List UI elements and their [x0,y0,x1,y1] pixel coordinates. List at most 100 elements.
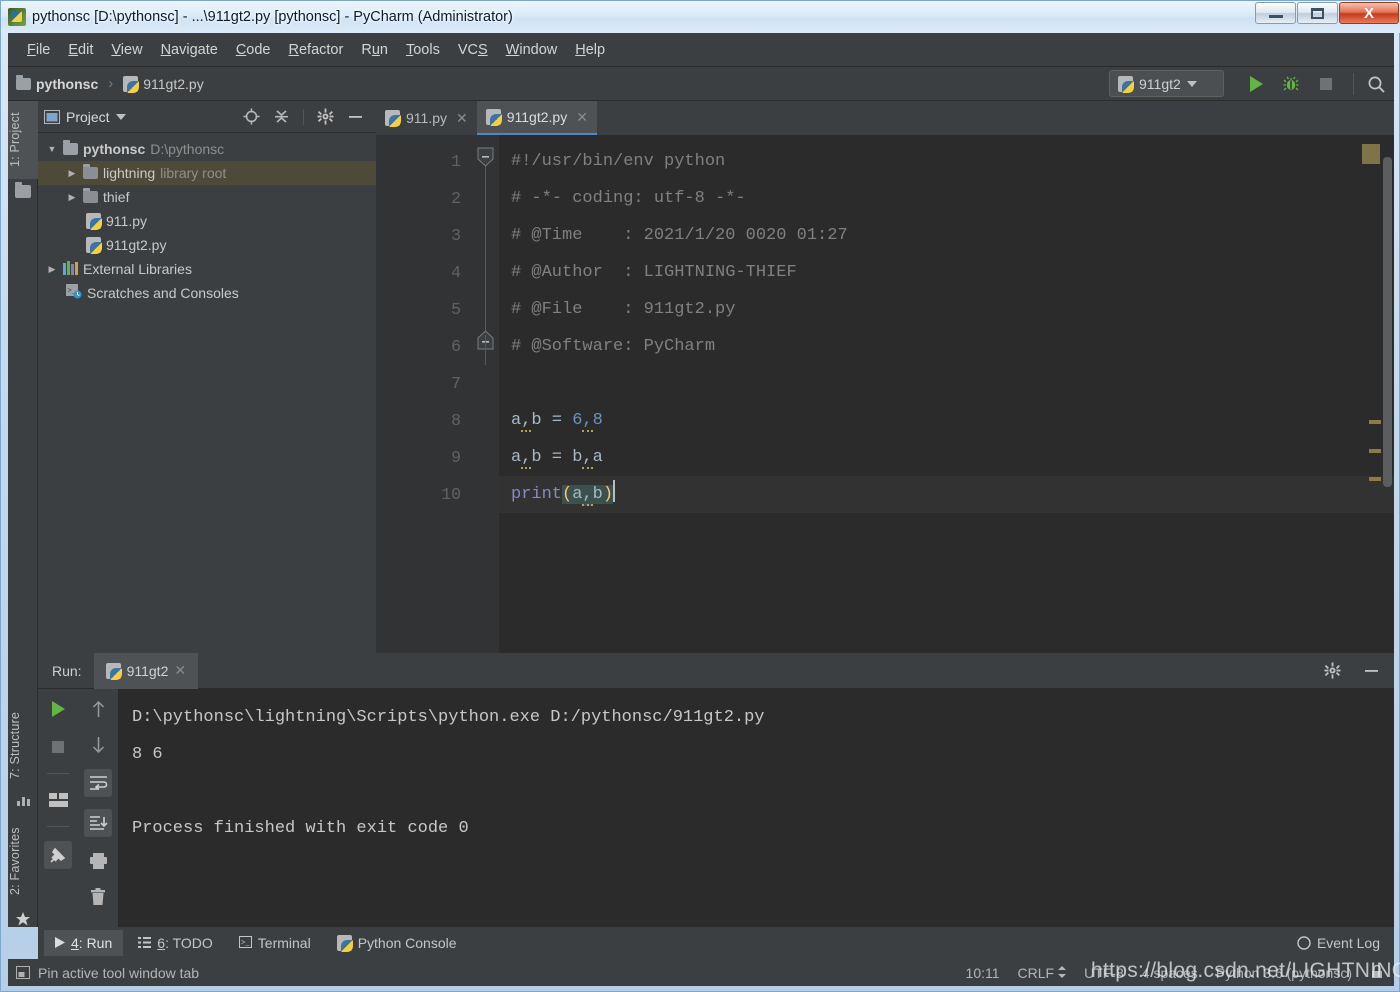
breadcrumb-file[interactable]: 911gt2.py [143,76,203,92]
python-interpreter[interactable]: Python 3.6 (pythonsc) [1216,965,1352,981]
menu-edit[interactable]: Edit [59,39,102,61]
run-tab-label: 911gt2 [126,662,169,679]
rerun-icon[interactable] [46,697,70,721]
menu-run[interactable]: Run [352,39,397,61]
console-line: Process finished with exit code 0 [132,819,469,838]
menu-help[interactable]: Help [566,39,614,61]
code-line: # @Author : LIGHTNING-THIEF [511,263,797,282]
minimize-button[interactable] [1255,2,1296,24]
pin-window-icon[interactable] [16,965,31,980]
project-tool-window: Project ▼ pythonsc D:\pythonsc ▶ lightni… [38,101,376,653]
indent-setting[interactable]: 4 spaces [1142,965,1198,981]
run-button[interactable] [1243,71,1269,97]
line-number: 1 [451,152,461,171]
code-text[interactable]: #!/usr/bin/env python # -*- coding: utf-… [499,135,1394,653]
pin-active-tool-window-label[interactable]: Pin active tool window tab [38,965,199,981]
scroll-marker[interactable] [1369,477,1381,481]
tree-row-911gt2py[interactable]: 911gt2.py [38,233,376,257]
code-editor[interactable]: 1 2 3 4 5 6 7 8 9 10 #!/usr/bin/env pyth… [376,135,1394,653]
left-tool-strip: 1: Project 7: Structure 2: Favorites [8,101,38,927]
menu-window[interactable]: Window [497,39,567,61]
tree-row-scratches[interactable]: >_ Scratches and Consoles [38,281,376,305]
stop-icon[interactable] [46,735,70,759]
close-icon[interactable]: ✕ [174,662,186,679]
hide-icon[interactable] [1363,662,1380,679]
editor-scrollbar[interactable] [1383,157,1392,487]
chevron-down-icon[interactable]: ▼ [46,144,58,154]
menu-vcs[interactable]: VCS [449,39,497,61]
editor-tab-911gt2py[interactable]: 911gt2.py ✕ [476,101,597,135]
soft-wrap-icon[interactable] [84,769,112,797]
menu-refactor[interactable]: Refactor [280,39,353,61]
locate-icon[interactable] [243,108,260,125]
arrow-down-icon[interactable] [86,733,110,757]
layout-icon[interactable] [46,788,70,812]
menu-file[interactable]: FFileile [18,39,59,61]
arrow-up-icon[interactable] [86,697,110,721]
run-console-output[interactable]: D:\pythonsc\lightning\Scripts\python.exe… [118,689,1394,927]
line-number: 3 [451,226,461,245]
breadcrumb-project[interactable]: pythonsc [36,76,98,92]
sidebar-tab-structure[interactable]: 7: Structure [8,699,38,791]
chevron-down-icon[interactable] [115,113,126,120]
star-icon [15,911,31,926]
scroll-to-end-icon[interactable] [84,809,112,837]
event-log-button[interactable]: Event Log [1297,935,1394,951]
maximize-icon [1311,7,1324,19]
menu-navigate[interactable]: Navigate [152,39,227,61]
run-configuration-selector[interactable]: 911gt2 [1109,70,1224,97]
bug-icon [1283,76,1299,91]
run-panel-header: Run: 911gt2 ✕ [38,652,1394,689]
close-button[interactable]: X [1339,2,1399,24]
scroll-marker-warning[interactable] [1362,144,1380,164]
file-encoding[interactable]: UTF-8 [1084,965,1124,981]
debug-button[interactable] [1278,71,1304,97]
tree-row-external-libraries[interactable]: ▶ External Libraries [38,257,376,281]
bottom-tab-python-console[interactable]: Python Console [326,930,468,956]
caret-position[interactable]: 10:11 [966,965,1000,981]
search-everywhere-button[interactable] [1363,71,1389,97]
run-tab-911gt2[interactable]: 911gt2 ✕ [93,652,199,689]
sidebar-tab-favorites[interactable]: 2: Favorites [8,813,38,909]
lock-icon[interactable] [1370,964,1384,982]
print-icon[interactable] [86,849,110,873]
line-number: 2 [451,189,461,208]
code-line: a,b = b,a [511,448,603,469]
bottom-tab-terminal[interactable]: >_ Terminal [228,930,322,956]
close-icon[interactable]: ✕ [456,110,468,127]
line-number: 8 [451,411,461,430]
gear-icon[interactable] [1324,662,1341,679]
stop-button[interactable] [1313,71,1339,97]
scratches-icon: >_ [66,284,82,302]
scroll-marker[interactable] [1369,420,1381,424]
tree-row-911py[interactable]: 911.py [38,209,376,233]
menu-tools[interactable]: Tools [397,39,449,61]
chevron-right-icon[interactable]: ▶ [66,168,78,179]
code-folding-gutter[interactable] [473,135,499,653]
trash-icon[interactable] [86,885,110,909]
code-line: #!/usr/bin/env python [511,152,726,171]
project-window-icon [44,109,60,124]
bottom-tab-todo[interactable]: 6: TODO [127,930,224,956]
close-icon[interactable]: ✕ [576,109,588,126]
sidebar-tab-project[interactable]: 1: Project [8,101,38,179]
fold-start-icon[interactable] [477,147,494,167]
chevron-right-icon[interactable]: ▶ [46,264,58,275]
line-separator[interactable]: CRLF [1018,965,1055,981]
menu-code[interactable]: Code [227,39,280,61]
maximize-button[interactable] [1297,2,1338,24]
scroll-marker[interactable] [1369,449,1381,453]
line-number: 10 [441,485,461,504]
hide-icon[interactable] [347,108,364,125]
gear-icon[interactable] [317,108,334,125]
code-line: a,b = 6,8 [511,411,603,432]
tree-row-lightning[interactable]: ▶ lightning library root [38,161,376,185]
bottom-tab-run[interactable]: 4: Run [44,930,124,956]
editor-tab-911py[interactable]: 911.py ✕ [376,101,477,135]
collapse-all-icon[interactable] [273,108,290,125]
chevron-right-icon[interactable]: ▶ [66,192,78,203]
tree-row-thief[interactable]: ▶ thief [38,185,376,209]
menu-view[interactable]: View [102,39,151,61]
tree-row-pythonsc[interactable]: ▼ pythonsc D:\pythonsc [38,137,376,161]
pin-icon[interactable] [44,841,72,869]
